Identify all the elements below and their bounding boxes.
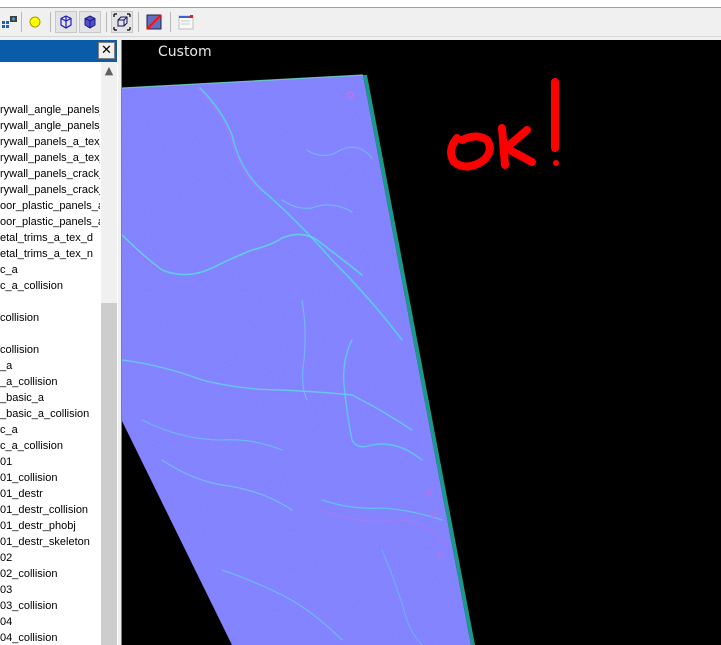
light-button[interactable] <box>24 11 46 33</box>
list-item[interactable]: rywall_angle_panels_ <box>0 102 100 118</box>
list-item[interactable]: rywall_panels_crack_ <box>0 166 100 182</box>
list-item[interactable] <box>0 294 100 310</box>
list-item[interactable]: c_a <box>0 262 100 278</box>
toolbar-separator <box>170 12 171 32</box>
toolbar <box>0 8 721 37</box>
scroll-up-button[interactable]: ▲ <box>101 62 117 79</box>
toolbar-separator <box>21 12 22 32</box>
scene-object-list: rywall_angle_panels_ rywall_angle_panels_… <box>0 70 100 645</box>
list-item[interactable]: rywall_panels_a_tex_ <box>0 150 100 166</box>
list-item[interactable]: oor_plastic_panels_a <box>0 214 100 230</box>
list-item[interactable]: 03_collision <box>0 598 100 614</box>
toolbar-separator <box>138 12 139 32</box>
list-item[interactable] <box>0 326 100 342</box>
list-item[interactable]: _a_collision <box>0 374 100 390</box>
list-item[interactable]: 01_destr_collision <box>0 502 100 518</box>
no-texture-icon <box>146 14 162 30</box>
list-item[interactable]: 04 <box>0 614 100 630</box>
list-item[interactable]: 01_destr_skeleton <box>0 534 100 550</box>
close-icon: ✕ <box>101 43 112 58</box>
solid-cube-icon <box>84 15 96 29</box>
list-item[interactable]: _basic_a_collision <box>0 406 100 422</box>
window-settings-button[interactable] <box>175 11 197 33</box>
list-item[interactable]: 04_collision <box>0 630 100 645</box>
list-item[interactable] <box>0 86 100 102</box>
network-camera-button[interactable] <box>0 11 22 33</box>
list-item[interactable]: 02_collision <box>0 566 100 582</box>
list-item[interactable]: collision <box>0 342 100 358</box>
list-item[interactable]: etal_trims_a_tex_d <box>0 230 100 246</box>
list-item[interactable]: rywall_angle_panels_ <box>0 118 100 134</box>
list-item[interactable]: _basic_a <box>0 390 100 406</box>
list-item[interactable]: c_a_collision <box>0 438 100 454</box>
list-item[interactable]: c_a <box>0 422 100 438</box>
list-item[interactable]: c_a_collision <box>0 278 100 294</box>
scrollbar-thumb[interactable] <box>101 303 117 645</box>
wireframe-button[interactable] <box>55 11 77 33</box>
bounding-box-button[interactable] <box>111 11 133 33</box>
window-top-strip <box>0 0 721 8</box>
toolbar-separator <box>106 12 107 32</box>
close-panel-button[interactable]: ✕ <box>98 42 115 59</box>
list-item[interactable] <box>0 70 100 86</box>
solid-button[interactable] <box>79 11 101 33</box>
list-scrollbar[interactable]: ▲ <box>101 62 117 645</box>
network-camera-icon <box>2 16 17 28</box>
chevron-up-icon: ▲ <box>104 64 114 77</box>
bounding-box-icon <box>113 13 131 31</box>
toolbar-separator <box>50 12 51 32</box>
light-bulb-icon <box>29 16 41 28</box>
list-item[interactable]: 01 <box>0 454 100 470</box>
list-item[interactable]: _a <box>0 358 100 374</box>
list-item[interactable]: 03 <box>0 582 100 598</box>
list-item[interactable]: rywall_panels_crack_ <box>0 182 100 198</box>
camera-mode-label: Custom <box>158 44 212 60</box>
list-item[interactable]: collision <box>0 310 100 326</box>
ok-annotation <box>447 78 559 171</box>
list-item[interactable]: 01_destr_phobj <box>0 518 100 534</box>
panel-title-bar: ✕ <box>0 40 117 62</box>
3d-viewport[interactable]: Custom <box>122 40 721 645</box>
viewport-scene <box>122 74 559 645</box>
toggle-texture-button[interactable] <box>143 11 165 33</box>
list-item[interactable]: etal_trims_a_tex_n <box>0 246 100 262</box>
list-item[interactable]: 02 <box>0 550 100 566</box>
scene-tree-panel: ✕ rywall_angle_panels_ rywall_angle_panel… <box>0 40 117 645</box>
list-item[interactable]: 01_destr <box>0 486 100 502</box>
wireframe-cube-icon <box>60 15 72 29</box>
window-settings-icon <box>178 15 194 30</box>
list-item[interactable]: 01_collision <box>0 470 100 486</box>
list-item[interactable]: oor_plastic_panels_a <box>0 198 100 214</box>
list-item[interactable]: rywall_panels_a_tex_ <box>0 134 100 150</box>
